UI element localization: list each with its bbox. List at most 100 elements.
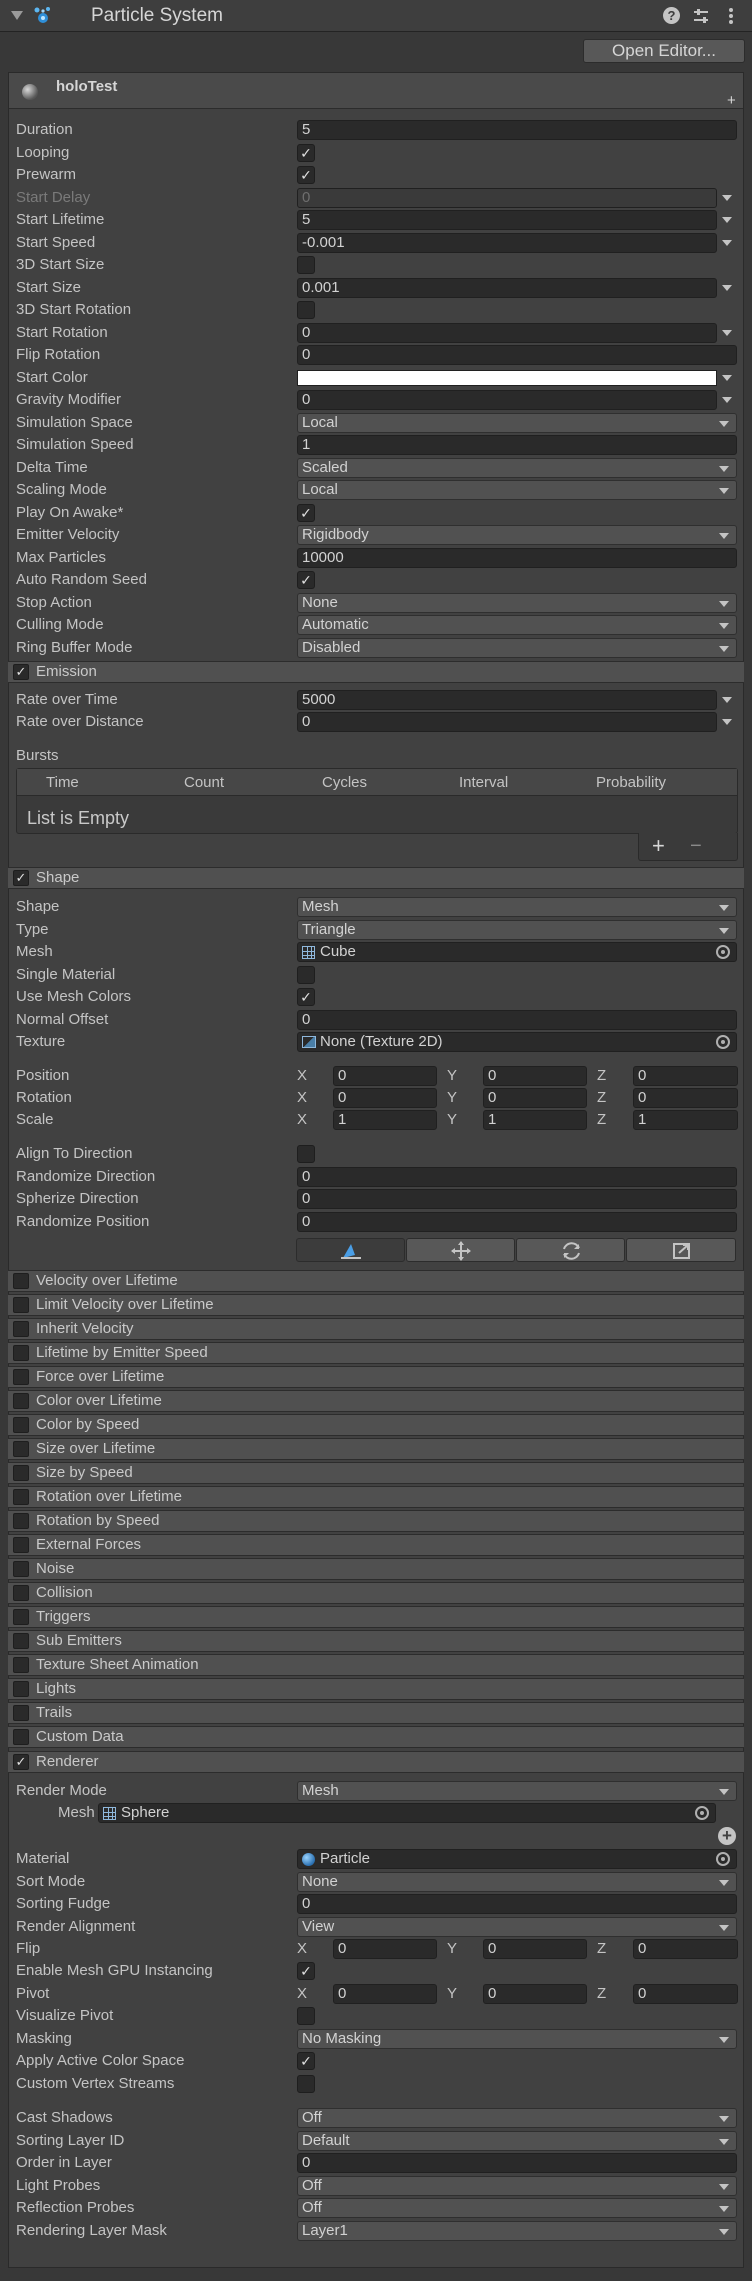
normal-offset-field[interactable]: 0 (297, 1009, 737, 1030)
scale-y-field[interactable]: 1 (483, 1110, 587, 1130)
scale-z-field[interactable]: 1 (633, 1110, 738, 1130)
add-mesh-plus-icon[interactable]: + (718, 1827, 736, 1845)
size-by-speed-checkbox[interactable] (13, 1465, 29, 1481)
module-inherit-velocity[interactable]: Inherit Velocity (8, 1318, 744, 1340)
velocity-over-lifetime-checkbox[interactable] (13, 1273, 29, 1289)
start-color-swatch[interactable] (297, 369, 717, 386)
presets-icon[interactable] (692, 7, 710, 25)
flip-y-field[interactable]: 0 (483, 1939, 587, 1959)
scaling-mode-dropdown[interactable]: Local (297, 480, 737, 500)
shape-move-button[interactable] (406, 1238, 515, 1262)
shape-checkbox[interactable]: ✓ (13, 870, 29, 886)
module-triggers[interactable]: Triggers (8, 1606, 744, 1628)
custom-data-checkbox[interactable] (13, 1729, 29, 1745)
render-alignment-dropdown[interactable]: View (297, 1916, 737, 1937)
position-y-field[interactable]: 0 (483, 1066, 587, 1086)
rotation-x-field[interactable]: 0 (333, 1088, 437, 1108)
duration-field[interactable]: 5 (297, 120, 737, 140)
noise-checkbox[interactable] (13, 1561, 29, 1577)
module-force-over-lifetime[interactable]: Force over Lifetime (8, 1366, 744, 1388)
module-collision[interactable]: Collision (8, 1582, 744, 1604)
start-lifetime-curve-dropdown[interactable] (722, 217, 732, 223)
rate-over-time-curve-dropdown[interactable] (722, 697, 732, 703)
bursts-col-interval[interactable]: Interval (459, 773, 508, 793)
gravity-modifier-curve-dropdown[interactable] (722, 397, 732, 403)
gravity-modifier-field[interactable]: 0 (297, 390, 717, 410)
module-noise[interactable]: Noise (8, 1558, 744, 1580)
cast-shadows-dropdown[interactable]: Off (297, 2108, 737, 2128)
object-picker-icon[interactable] (716, 1035, 730, 1049)
light-probes-dropdown[interactable]: Off (297, 2175, 737, 2196)
size-over-lifetime-checkbox[interactable] (13, 1441, 29, 1457)
start-speed-curve-dropdown[interactable] (722, 239, 732, 246)
module-size-by-speed[interactable]: Size by Speed (8, 1462, 744, 1484)
position-z-field[interactable]: 0 (633, 1066, 738, 1086)
module-shape[interactable]: ✓ Shape (8, 867, 744, 889)
start-rotation-field[interactable]: 0 (297, 322, 717, 343)
shape-edit-mode-button[interactable] (296, 1238, 405, 1262)
module-external-forces[interactable]: External Forces (8, 1534, 744, 1556)
module-lights[interactable]: Lights (8, 1678, 744, 1700)
remove-burst-button[interactable]: − (690, 833, 702, 859)
pivot-y-field[interactable]: 0 (483, 1984, 587, 2004)
custom-vertex-streams-checkbox[interactable] (297, 2074, 315, 2093)
bursts-col-cycles[interactable]: Cycles (322, 773, 367, 793)
more-options-icon[interactable] (728, 6, 734, 26)
rotation-y-field[interactable]: 0 (483, 1088, 587, 1108)
open-editor-button[interactable]: Open Editor... (583, 39, 745, 63)
rotation-over-lifetime-checkbox[interactable] (13, 1489, 29, 1505)
start-delay-curve-dropdown[interactable] (722, 194, 732, 201)
rotation-by-speed-checkbox[interactable] (13, 1513, 29, 1529)
mesh-field[interactable]: Cube (297, 942, 737, 962)
module-limit-velocity-over-lifetime[interactable]: Limit Velocity over Lifetime (8, 1294, 744, 1316)
rendering-layer-mask-dropdown[interactable]: Layer1 (297, 2220, 737, 2241)
bursts-col-count[interactable]: Count (184, 773, 224, 793)
start-rotation-curve-dropdown[interactable] (722, 329, 732, 336)
randomize-direction-field[interactable]: 0 (297, 1166, 737, 1187)
object-picker-icon[interactable] (695, 1806, 709, 1820)
module-color-by-speed[interactable]: Color by Speed (8, 1414, 744, 1436)
module-renderer[interactable]: ✓ Renderer (8, 1751, 744, 1773)
order-in-layer-field[interactable]: 0 (297, 2153, 737, 2173)
randomize-position-field[interactable]: 0 (297, 1211, 737, 1232)
simulation-speed-field[interactable]: 1 (297, 435, 737, 455)
shape-rotate-button[interactable] (516, 1238, 625, 1262)
module-lifetime-by-emitter-speed[interactable]: Lifetime by Emitter Speed (8, 1342, 744, 1364)
flip-z-field[interactable]: 0 (633, 1939, 738, 1959)
triggers-checkbox[interactable] (13, 1609, 29, 1625)
trails-checkbox[interactable] (13, 1705, 29, 1721)
sub-emitters-checkbox[interactable] (13, 1633, 29, 1649)
max-particles-field[interactable]: 10000 (297, 547, 737, 568)
lifetime-by-emitter-speed-checkbox[interactable] (13, 1345, 29, 1361)
reflection-probes-dropdown[interactable]: Off (297, 2198, 737, 2218)
sorting-fudge-field[interactable]: 0 (297, 1894, 737, 1914)
shape-scale-button[interactable] (626, 1238, 736, 1262)
sort-mode-dropdown[interactable]: None (297, 1871, 737, 1892)
module-custom-data[interactable]: Custom Data (8, 1726, 744, 1748)
start-size-curve-dropdown[interactable] (722, 284, 732, 291)
object-picker-icon[interactable] (716, 945, 730, 959)
module-trails[interactable]: Trails (8, 1702, 744, 1724)
texture-field[interactable]: None (Texture 2D) (297, 1032, 737, 1052)
renderer-checkbox[interactable]: ✓ (13, 1754, 29, 1770)
rate-over-time-field[interactable]: 5000 (297, 690, 717, 710)
flip-x-field[interactable]: 0 (333, 1939, 437, 1959)
culling-mode-dropdown[interactable]: Automatic (297, 615, 737, 635)
color-by-speed-checkbox[interactable] (13, 1417, 29, 1433)
start-size-field[interactable]: 0.001 (297, 277, 717, 298)
shape-dropdown[interactable]: Mesh (297, 897, 737, 917)
external-forces-checkbox[interactable] (13, 1537, 29, 1553)
force-over-lifetime-checkbox[interactable] (13, 1369, 29, 1385)
pivot-z-field[interactable]: 0 (633, 1984, 738, 2004)
start-speed-field[interactable]: -0.001 (297, 232, 717, 253)
system-header-bar[interactable] (9, 73, 743, 109)
use-mesh-colors-checkbox[interactable]: ✓ (297, 988, 315, 1006)
prewarm-checkbox[interactable]: ✓ (297, 166, 315, 184)
add-burst-button[interactable]: + (652, 833, 665, 859)
module-rotation-over-lifetime[interactable]: Rotation over Lifetime (8, 1486, 744, 1508)
apply-active-color-space-checkbox[interactable]: ✓ (297, 2052, 315, 2070)
start-lifetime-field[interactable]: 5 (297, 210, 717, 230)
ring-buffer-mode-dropdown[interactable]: Disabled (297, 637, 737, 658)
start-delay-field[interactable]: 0 (297, 187, 717, 208)
masking-dropdown[interactable]: No Masking (297, 2028, 737, 2049)
